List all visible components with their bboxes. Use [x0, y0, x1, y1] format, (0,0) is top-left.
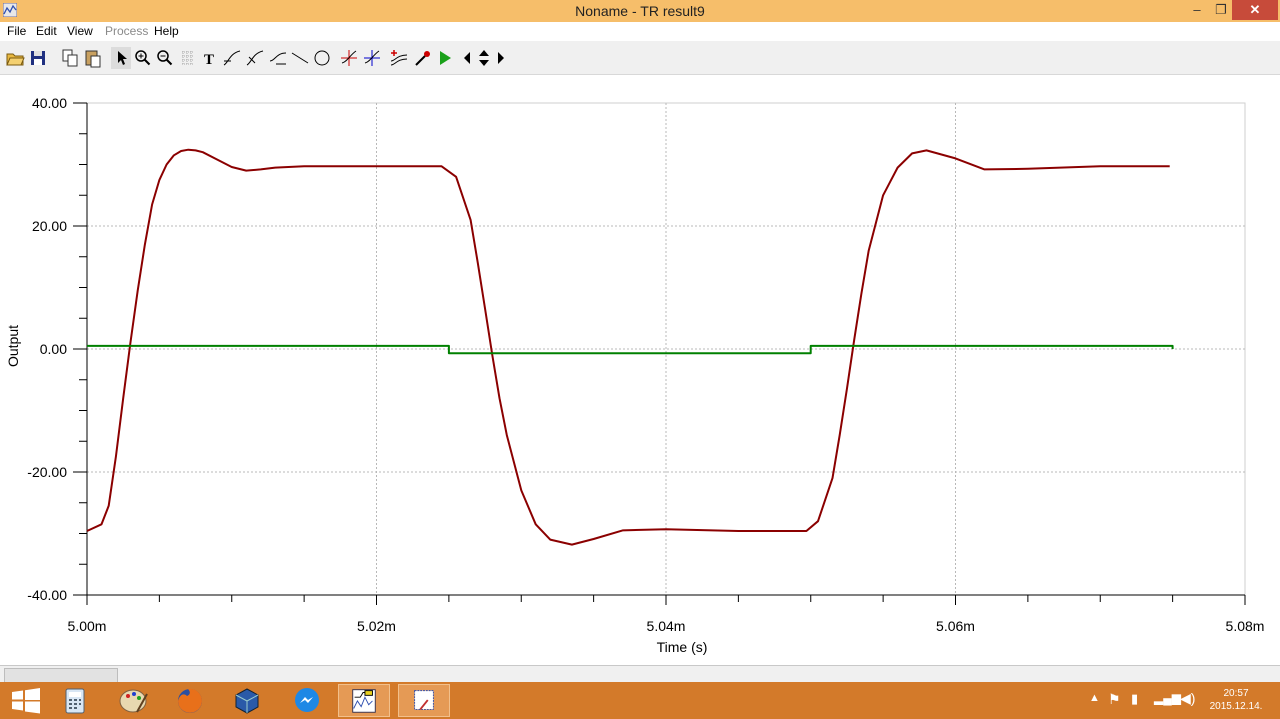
x-axis-label: Time (s)	[657, 639, 708, 655]
pointer-icon[interactable]	[111, 47, 131, 69]
x-tick-label: 5.04m	[647, 618, 686, 634]
probe-icon[interactable]	[412, 47, 432, 69]
right-arrow-icon[interactable]	[494, 47, 508, 69]
curve2-icon[interactable]	[245, 47, 265, 69]
menu-process[interactable]: Process	[105, 24, 148, 38]
taskbar: ▲ ⚑ ▮ ▂▄▆ ◀) 20:57 2015.12.14.	[0, 682, 1280, 719]
zoom-out-icon[interactable]	[155, 47, 175, 69]
network-icon[interactable]: ▂▄▆	[1154, 691, 1181, 705]
close-button[interactable]: ✕	[1232, 0, 1278, 20]
copy-icon[interactable]	[60, 47, 80, 69]
paint-icon[interactable]	[107, 684, 159, 717]
circle-icon[interactable]	[312, 47, 332, 69]
x-tick-label: 5.00m	[68, 618, 107, 634]
virtualbox-icon[interactable]	[221, 684, 273, 717]
y-tick-label: -40.00	[27, 587, 67, 603]
window-title: Noname - TR result9	[575, 3, 705, 19]
y-tick-label: 20.00	[32, 218, 67, 234]
left-arrow-icon[interactable]	[460, 47, 474, 69]
open-folder-icon[interactable]	[5, 47, 25, 69]
updown-arrow-icon[interactable]	[475, 47, 493, 69]
windows-start-icon[interactable]	[0, 684, 52, 717]
grid-icon[interactable]	[178, 47, 198, 69]
menu-bar: File Edit View Process Help	[0, 22, 1280, 40]
add-curve-icon[interactable]	[389, 47, 409, 69]
line-icon[interactable]	[290, 47, 310, 69]
flag-icon[interactable]: ⚑	[1108, 691, 1121, 708]
menu-file[interactable]: File	[7, 24, 26, 38]
snipping-icon[interactable]	[398, 684, 450, 717]
x-tick-label: 5.02m	[357, 618, 396, 634]
menu-help[interactable]: Help	[154, 24, 179, 38]
plot-area[interactable]: 5.00m 5.02m 5.04m 5.06m 5.08m 40.00 20.00 0.00 -…	[0, 75, 1280, 665]
curve3-icon[interactable]	[268, 47, 288, 69]
minimize-button[interactable]: ‒	[1185, 0, 1209, 20]
scrollbar-thumb[interactable]	[4, 668, 118, 683]
y-tick-label: 40.00	[32, 95, 67, 111]
cursor-a-icon[interactable]	[339, 47, 359, 69]
y-tick-label: 0.00	[40, 341, 67, 357]
system-clock[interactable]: 20:57 2015.12.14.	[1200, 687, 1272, 713]
volume-icon[interactable]: ◀)	[1180, 690, 1195, 707]
x-tick-label: 5.06m	[936, 618, 975, 634]
run-icon[interactable]	[435, 47, 455, 69]
y-axis-label: Output	[5, 325, 21, 367]
zoom-in-icon[interactable]	[133, 47, 153, 69]
clock-time: 20:57	[1223, 688, 1249, 699]
title-bar: Noname - TR result9 ‒ ❐ ✕	[0, 0, 1280, 22]
battery-icon[interactable]: ▮	[1131, 691, 1138, 707]
clock-date: 2015.12.14.	[1209, 701, 1263, 712]
menu-view[interactable]: View	[67, 24, 93, 38]
svg-text:T: T	[204, 52, 214, 68]
curve-icon[interactable]	[222, 47, 242, 69]
firefox-icon[interactable]	[164, 684, 216, 717]
save-icon[interactable]	[28, 47, 48, 69]
restore-button[interactable]: ❐	[1209, 0, 1233, 20]
menu-edit[interactable]: Edit	[36, 24, 57, 38]
horizontal-scrollbar[interactable]	[0, 665, 1280, 683]
messenger-icon[interactable]	[281, 684, 333, 717]
y-tick-label: -20.00	[27, 464, 67, 480]
cursor-b-icon[interactable]	[362, 47, 382, 69]
x-tick-label: 5.08m	[1226, 618, 1265, 634]
paste-icon[interactable]	[83, 47, 103, 69]
toolbar: T	[0, 41, 1280, 75]
text-icon[interactable]: T	[200, 47, 220, 69]
show-hidden-icons[interactable]: ▲	[1089, 692, 1100, 704]
tina-icon[interactable]	[338, 684, 390, 717]
calculator-icon[interactable]	[50, 684, 102, 717]
